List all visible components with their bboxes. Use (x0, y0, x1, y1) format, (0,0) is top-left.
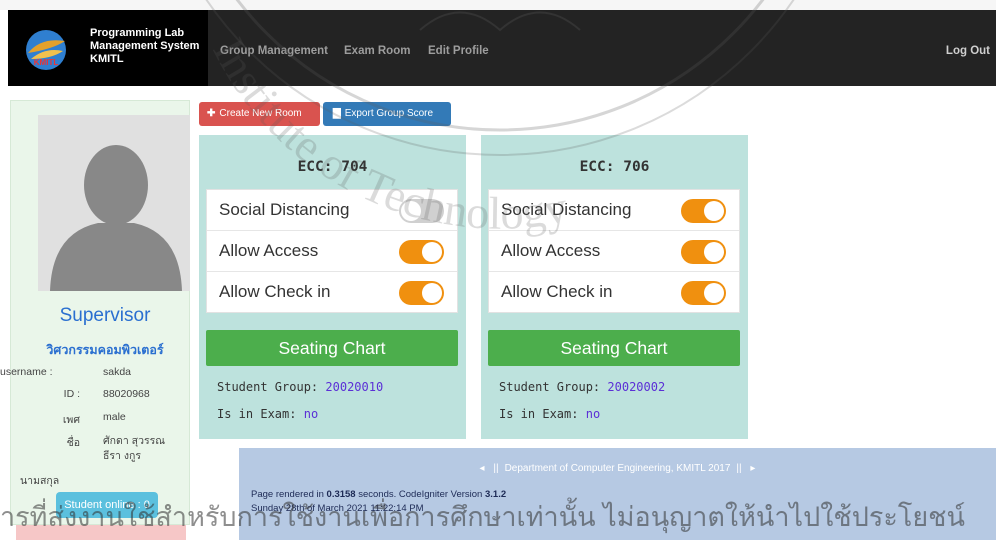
plus-icon: ✚ (207, 108, 216, 119)
student-group-value: 20020010 (325, 380, 384, 394)
department-label: วิศวกรรมคอมพิวเตอร์ (46, 343, 164, 357)
seating-chart-button[interactable]: Seating Chart (488, 330, 740, 366)
is-in-exam-line: Is in Exam: no (217, 407, 318, 421)
allow-check-in-switch[interactable] (399, 281, 444, 305)
navbar: KMITL Programming Lab Management System … (8, 10, 996, 86)
brand-line-1: Programming Lab (90, 27, 185, 39)
toggle-label: Social Distancing (501, 200, 632, 219)
toggle-row-social-distancing: Social Distancing (207, 190, 457, 231)
export-score-label: Export Group Score (344, 108, 434, 119)
room-title: ECC: 704 (297, 159, 368, 175)
student-group-line: Student Group: 20020010 (217, 380, 383, 394)
is-in-exam-label: Is in Exam: (499, 407, 579, 421)
create-room-button[interactable]: ✚ Create New Room (199, 102, 320, 126)
toggle-label: Allow Check in (219, 282, 331, 301)
student-group-value: 20020002 (607, 380, 666, 394)
kmitl-logo-icon: KMITL (26, 30, 66, 70)
file-icon: ▇ (333, 108, 341, 119)
toggle-label: Allow Check in (501, 282, 613, 301)
id-value: 88020968 (103, 388, 150, 400)
toggle-label: Social Distancing (219, 200, 350, 219)
username-label: username : (0, 366, 53, 378)
divider-bars: || (493, 463, 499, 474)
footer: ◂ || Department of Computer Engineering, … (239, 448, 996, 540)
switch-knob (704, 283, 724, 303)
brand[interactable]: KMITL Programming Lab Management System … (8, 10, 208, 86)
is-in-exam-line: Is in Exam: no (499, 407, 600, 421)
toggle-row-social-distancing: Social Distancing (489, 190, 739, 231)
room-card: ECC: 706 Social Distancing Allow Access … (481, 135, 748, 439)
gender-label: เพศ (62, 414, 80, 426)
render-date: Sunday 28th of March 2021 11:22:14 PM (251, 503, 424, 514)
nav-exam-room[interactable]: Exam Room (344, 45, 410, 57)
switch-knob (401, 201, 421, 221)
is-in-exam-value: no (303, 407, 319, 421)
brand-text: Programming Lab Management System KMITL (90, 27, 199, 66)
toggle-list: Social Distancing Allow Access Allow Che… (488, 189, 740, 313)
is-in-exam-value: no (585, 407, 601, 421)
student-group-label: Student Group: (217, 380, 319, 394)
switch-knob (422, 242, 442, 262)
name-value: ศักดา สุวรรณธีรา งกูร (103, 435, 165, 462)
switch-knob (422, 283, 442, 303)
render-prefix: Page rendered in (251, 489, 324, 500)
allow-access-switch[interactable] (399, 240, 444, 264)
id-label: ID : (63, 388, 80, 400)
social-distancing-switch[interactable] (399, 199, 444, 223)
toggle-label: Allow Access (219, 241, 319, 260)
seating-chart-button[interactable]: Seating Chart (206, 330, 458, 366)
footer-dept-text: Department of Computer Engineering, KMIT… (504, 463, 731, 474)
caret-left-icon: ◂ (479, 463, 485, 474)
toggle-row-allow-access: Allow Access (207, 231, 457, 272)
brand-line-2: Management System (90, 40, 200, 52)
switch-knob (704, 242, 724, 262)
room-card: ECC: 704 Social Distancing Allow Access … (199, 135, 466, 439)
gender-value: male (103, 411, 126, 423)
student-online-button[interactable]: Student online : 0 (56, 492, 158, 518)
logout-link[interactable]: Log Out (946, 45, 990, 57)
render-time: 0.3158 (326, 489, 356, 500)
toggle-list: Social Distancing Allow Access Allow Che… (206, 189, 458, 313)
nav-edit-profile[interactable]: Edit Profile (428, 45, 489, 57)
social-distancing-switch[interactable] (681, 199, 726, 223)
nav-group-management[interactable]: Group Management (220, 45, 328, 57)
avatar (38, 115, 190, 291)
room-title: ECC: 706 (579, 159, 650, 175)
allow-access-switch[interactable] (681, 240, 726, 264)
toggle-row-allow-check-in: Allow Check in (207, 272, 457, 313)
page: KMITL Programming Lab Management System … (0, 0, 996, 540)
toggle-row-allow-check-in: Allow Check in (489, 272, 739, 313)
render-suffix: seconds. CodeIgniter Version (358, 489, 483, 500)
toggle-row-allow-access: Allow Access (489, 231, 739, 272)
name-label: ชื่อ (66, 437, 80, 449)
role-title: Supervisor (59, 305, 151, 326)
toggle-label: Allow Access (501, 241, 601, 260)
export-score-button[interactable]: ▇ Export Group Score (323, 102, 451, 126)
divider-bars: || (736, 463, 742, 474)
switch-knob (704, 201, 724, 221)
is-in-exam-label: Is in Exam: (217, 407, 297, 421)
top-strip (0, 0, 996, 10)
brand-line-3: KMITL (90, 53, 124, 65)
username-value: sakda (103, 366, 132, 378)
caret-right-icon: ▸ (750, 463, 756, 474)
ci-version: 3.1.2 (484, 489, 507, 500)
sidebar-bottom-strip (16, 525, 186, 540)
logo-text: KMITL (34, 58, 59, 67)
student-group-label: Student Group: (499, 380, 601, 394)
student-group-line: Student Group: 20020002 (499, 380, 665, 394)
create-room-label: Create New Room (219, 108, 302, 119)
allow-check-in-switch[interactable] (681, 281, 726, 305)
surname-label: นามสกุล (20, 475, 60, 487)
render-info: Page rendered in 0.3158 seconds. CodeIgn… (251, 489, 506, 500)
footer-department: ◂ || Department of Computer Engineering, … (239, 463, 996, 474)
user-silhouette-icon (38, 115, 190, 291)
